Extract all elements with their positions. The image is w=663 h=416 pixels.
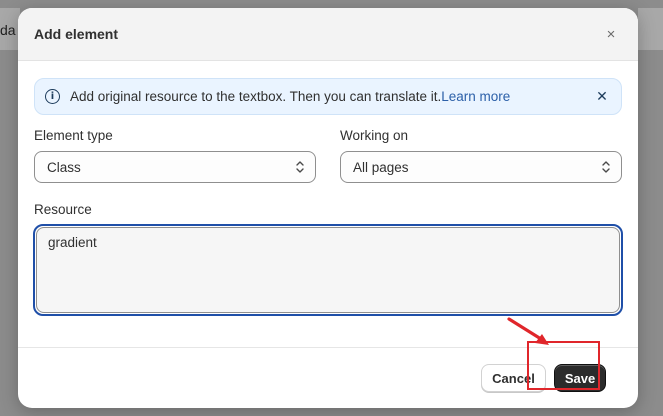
- banner-message: Add original resource to the textbox. Th…: [70, 89, 442, 104]
- dialog-header: Add element ×: [18, 8, 638, 61]
- chevron-updown-icon: [601, 159, 611, 175]
- working-on-select[interactable]: All pages: [340, 151, 622, 183]
- working-on-label: Working on: [340, 128, 409, 143]
- banner-dismiss-icon[interactable]: ✕: [593, 87, 611, 105]
- close-icon[interactable]: ×: [600, 23, 622, 45]
- learn-more-link[interactable]: Learn more: [441, 89, 510, 104]
- resource-focus-ring: gradient: [33, 224, 623, 316]
- element-type-label: Element type: [34, 128, 113, 143]
- chevron-updown-icon: [295, 159, 305, 175]
- info-icon: i: [45, 89, 60, 104]
- dialog-title: Add element: [34, 26, 119, 42]
- element-type-value: Class: [47, 159, 81, 175]
- background-page-text: da: [0, 22, 16, 38]
- chevron-updown-svg: [602, 161, 610, 173]
- working-on-value: All pages: [353, 159, 409, 175]
- info-banner: i Add original resource to the textbox. …: [34, 78, 622, 115]
- chevron-updown-svg: [296, 161, 304, 173]
- resource-textarea[interactable]: gradient: [36, 227, 620, 313]
- annotation-arrow-icon: [507, 317, 549, 345]
- resource-label: Resource: [34, 202, 92, 217]
- element-type-select[interactable]: Class: [34, 151, 316, 183]
- background-page-edge-right: [638, 8, 663, 50]
